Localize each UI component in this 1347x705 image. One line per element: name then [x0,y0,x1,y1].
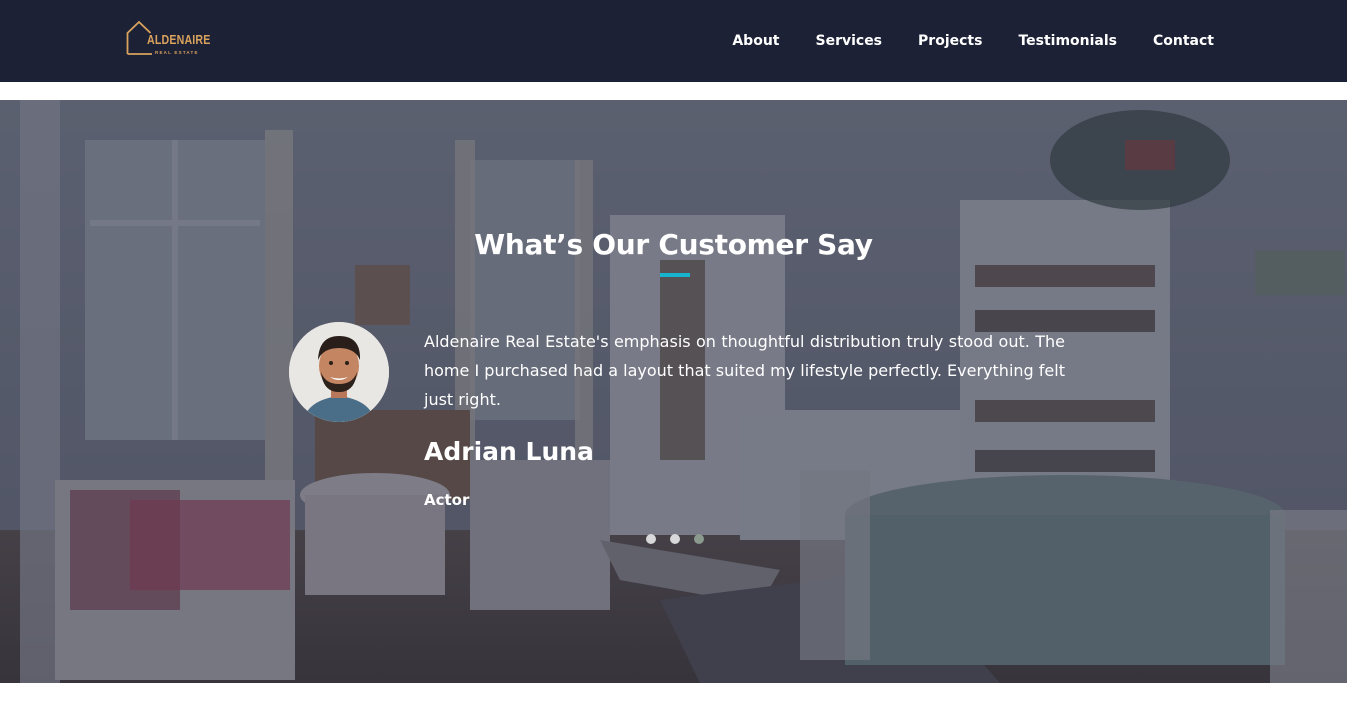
nav-link-about[interactable]: About [732,31,779,51]
nav-link-services[interactable]: Services [815,31,882,51]
logo[interactable]: ALDENAIRE REAL ESTATE [126,20,210,58]
testimonial-author-name: Adrian Luna [424,437,594,466]
section-title: What’s Our Customer Say [474,228,873,261]
main-nav: About Services Projects Testimonials Con… [732,31,1214,51]
nav-link-projects[interactable]: Projects [918,31,982,51]
testimonials-section: What’s Our Customer Say Aldenaire Real E… [0,100,1347,683]
carousel-pagination [646,534,704,544]
carousel-dot-1[interactable] [646,534,656,544]
logo-name: ALDENAIRE [147,33,211,47]
nav-link-contact[interactable]: Contact [1153,31,1214,51]
nav-link-testimonials[interactable]: Testimonials [1018,31,1117,51]
navbar: ALDENAIRE REAL ESTATE About Services Pro… [0,0,1347,82]
carousel-dot-3[interactable] [694,534,704,544]
carousel-dot-2[interactable] [670,534,680,544]
testimonial-author-role: Actor [424,491,470,509]
customer-photo [289,322,389,422]
customer-avatar [289,322,389,422]
logo-tagline: REAL ESTATE [155,50,199,55]
testimonial-quote: Aldenaire Real Estate's emphasis on thou… [424,332,1065,409]
title-underline [660,273,690,277]
